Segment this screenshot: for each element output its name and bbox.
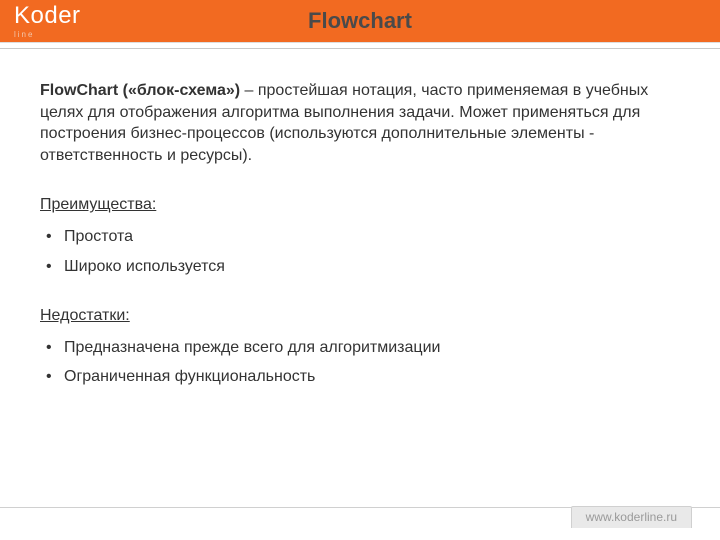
slide: Koder line Flowchart FlowChart («блок-сх… bbox=[0, 0, 720, 540]
list-item: Широко используется bbox=[44, 256, 680, 278]
disadvantages-list: Предназначена прежде всего для алгоритми… bbox=[44, 337, 680, 388]
list-item: Простота bbox=[44, 226, 680, 248]
intro-lead: FlowChart («блок-схема») bbox=[40, 82, 240, 99]
footer-url: www.koderline.ru bbox=[571, 506, 692, 528]
list-item: Предназначена прежде всего для алгоритми… bbox=[44, 337, 680, 359]
divider bbox=[0, 42, 720, 43]
disadvantages-label: Недостатки: bbox=[40, 305, 680, 327]
slide-body: FlowChart («блок-схема») – простейшая но… bbox=[40, 80, 680, 416]
intro-paragraph: FlowChart («блок-схема») – простейшая но… bbox=[40, 80, 680, 166]
divider bbox=[0, 48, 720, 49]
list-item: Ограниченная функциональность bbox=[44, 366, 680, 388]
slide-title: Flowchart bbox=[0, 8, 720, 34]
advantages-list: Простота Широко используется bbox=[44, 226, 680, 277]
advantages-label: Преимущества: bbox=[40, 194, 680, 216]
